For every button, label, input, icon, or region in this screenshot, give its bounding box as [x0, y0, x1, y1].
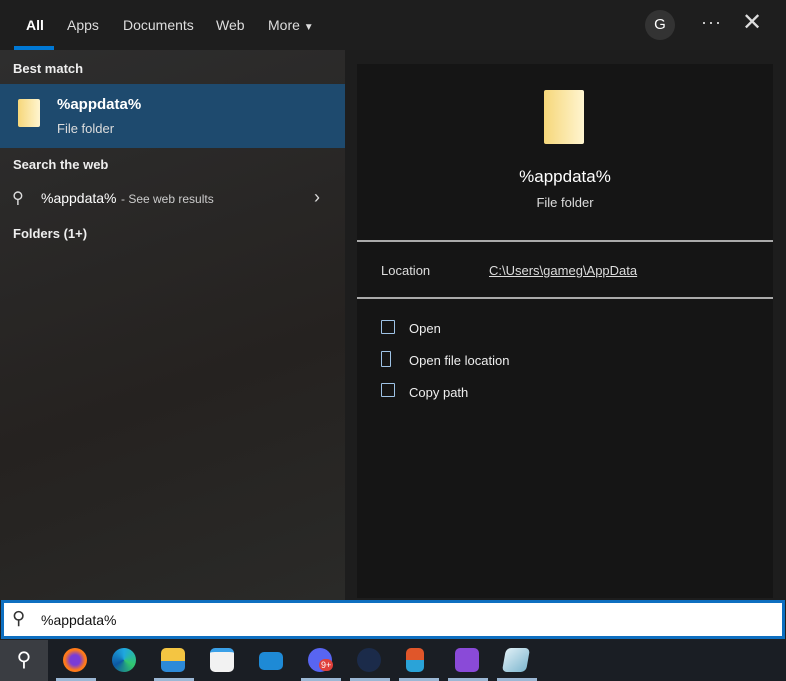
best-match-subtitle: File folder	[57, 121, 115, 136]
web-result-item[interactable]: ⚲ %appdata% - See web results ›	[0, 184, 345, 214]
best-match-header: Best match	[13, 61, 84, 76]
web-query: %appdata%	[41, 190, 117, 206]
search-web-header: Search the web	[13, 157, 109, 172]
snipping-tool-icon[interactable]	[406, 648, 424, 672]
file-explorer-icon[interactable]	[161, 648, 185, 672]
close-icon[interactable]: ✕	[742, 8, 762, 37]
open-file-location-icon	[381, 351, 391, 367]
visual-studio-icon[interactable]	[455, 648, 479, 672]
discord-icon[interactable]: 9+	[308, 648, 334, 672]
location-link[interactable]: C:\Users\gameg\AppData	[489, 263, 637, 278]
mail-icon[interactable]	[259, 652, 283, 670]
location-label: Location	[381, 263, 431, 278]
preview-subtitle: File folder	[536, 195, 594, 210]
more-options-icon[interactable]: ···	[701, 12, 722, 33]
filter-bar: All Apps Documents Web More ▼ G ··· ✕	[0, 0, 786, 50]
taskbar-search-icon[interactable]: ⚲	[0, 640, 48, 681]
store-icon[interactable]	[210, 648, 234, 672]
folder-icon	[18, 99, 40, 127]
action-open[interactable]: Open	[409, 321, 441, 336]
tab-apps[interactable]: Apps	[67, 17, 99, 33]
taskbar: ⚲ 9+	[0, 640, 786, 681]
tab-documents[interactable]: Documents	[123, 17, 194, 33]
tab-more[interactable]: More ▼	[268, 17, 314, 33]
large-folder-icon	[544, 90, 584, 144]
best-match-item[interactable]: %appdata% File folder	[0, 84, 345, 148]
steam-icon[interactable]	[357, 648, 381, 672]
preview-title: %appdata%	[519, 167, 611, 186]
divider	[357, 240, 773, 242]
action-open-file-location[interactable]: Open file location	[409, 353, 509, 368]
chevron-right-icon: ›	[314, 187, 320, 207]
web-suffix: - See web results	[121, 192, 214, 206]
folders-header[interactable]: Folders (1+)	[13, 226, 87, 241]
caret-down-icon: ▼	[303, 22, 314, 33]
search-box[interactable]: ⚲ %appdata%	[1, 600, 785, 639]
avatar[interactable]: G	[645, 10, 675, 40]
tab-all[interactable]: All	[26, 17, 44, 33]
tab-web[interactable]: Web	[216, 17, 245, 33]
edge-icon[interactable]	[112, 648, 136, 672]
tab-more-label: More	[268, 17, 300, 33]
search-icon: ⚲	[12, 608, 26, 628]
copy-icon	[381, 383, 395, 397]
search-icon: ⚲	[12, 190, 24, 207]
discord-badge: 9+	[319, 659, 334, 671]
divider	[357, 297, 773, 299]
search-input[interactable]: %appdata%	[41, 612, 117, 628]
best-match-title: %appdata%	[57, 96, 142, 113]
firefox-icon[interactable]	[63, 648, 87, 672]
action-copy-path[interactable]: Copy path	[409, 385, 468, 400]
open-icon	[381, 320, 395, 334]
notepad-icon[interactable]	[501, 648, 531, 672]
